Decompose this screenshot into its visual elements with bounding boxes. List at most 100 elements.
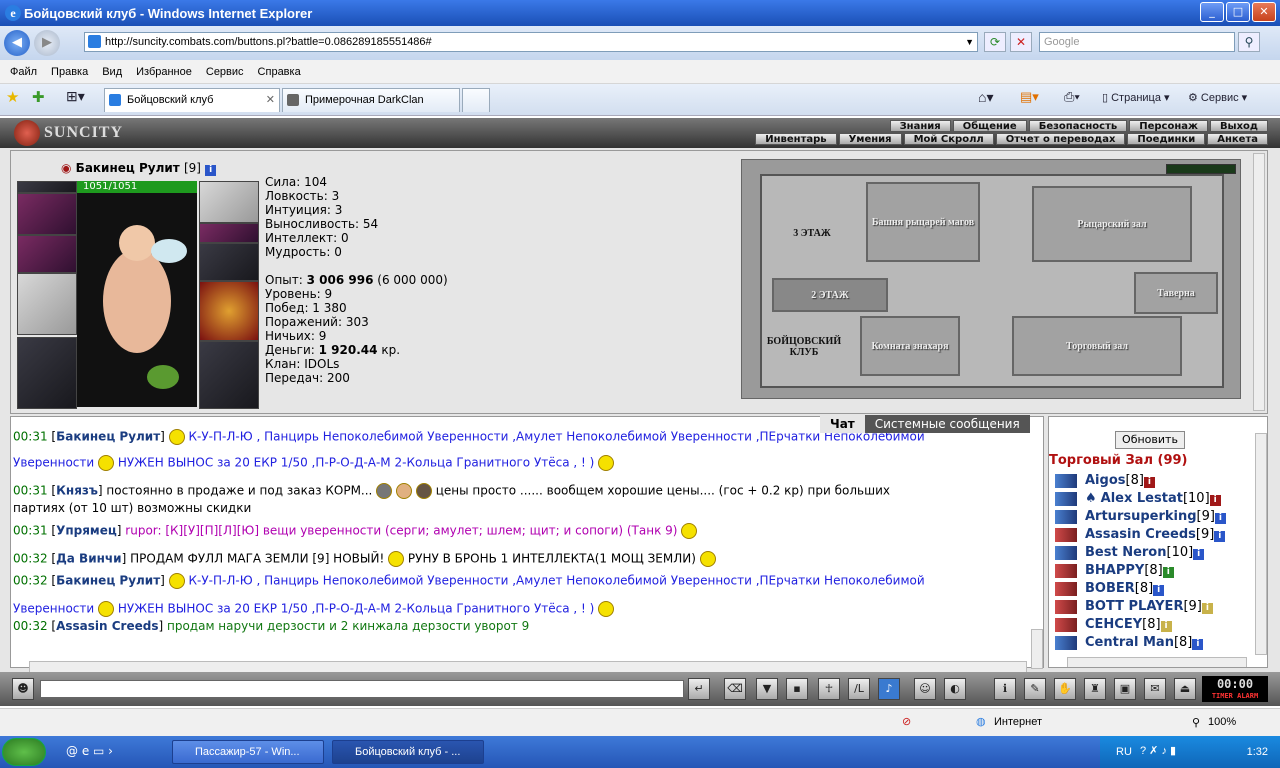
user-item[interactable]: Aigos[8] i [1055,473,1155,488]
zoom-level[interactable]: 100% [1208,716,1236,728]
floor2-button[interactable]: 2 ЭТАЖ [772,278,888,312]
user-item[interactable]: ♠ Alex Lestat[10] i [1055,491,1221,506]
add-favorite-icon[interactable]: ✚ [32,88,45,106]
nav-character[interactable]: Персонаж [1129,120,1208,132]
start-button[interactable] [2,738,46,766]
users-vscrollbar[interactable] [1255,433,1267,655]
nav-profile[interactable]: Анкета [1207,133,1268,145]
feeds-icon[interactable]: ▤▾ [1020,89,1039,105]
tray-icons[interactable]: ? ✗ ♪ ▮ [1140,744,1176,757]
nav-exit[interactable]: Выход [1209,120,1268,132]
figure-icon[interactable]: ☥ [818,678,840,700]
user-item[interactable]: Artursuperking[9] i [1055,509,1226,524]
weapon-slot[interactable] [17,273,77,335]
menu-help[interactable]: Справка [258,66,301,78]
user-item[interactable]: Best Neron[10] i [1055,545,1205,560]
menu-file[interactable]: Файл [10,66,37,78]
refresh-button[interactable]: ⟳ [984,32,1006,52]
filter-icon[interactable]: ▼ [756,678,778,700]
armor-icon[interactable]: ♜ [1084,678,1106,700]
taskbar-item-active[interactable]: Бойцовский клуб - ... [332,740,484,764]
shield-slot[interactable] [199,281,259,341]
back-button[interactable]: ◀ [4,30,30,56]
chat-vscrollbar[interactable] [1031,629,1043,669]
close-button[interactable]: ✕ [1252,2,1276,22]
forward-button[interactable]: ▶ [34,30,60,56]
clock[interactable]: 1:32 [1247,746,1268,758]
speaker-icon[interactable]: ◐ [944,678,966,700]
music-icon[interactable]: ♪ [878,678,900,700]
lock-icon[interactable]: ▣ [1114,678,1136,700]
user-item[interactable]: Central Man[8] i [1055,635,1204,650]
menu-edit[interactable]: Правка [51,66,88,78]
tavern-room[interactable]: Таверна [1134,272,1218,314]
nav-skills[interactable]: Умения [838,133,902,145]
user-item[interactable]: BOBER[8] i [1055,581,1165,596]
trade-hall-room[interactable]: Торговый зал [1012,316,1182,376]
save-icon[interactable]: ▪ [786,678,808,700]
tab-system-messages[interactable]: Системные сообщения [864,415,1030,433]
nav-security[interactable]: Безопасность [1028,120,1128,132]
menu-tools[interactable]: Сервис [206,66,244,78]
quicklaunch-icons[interactable]: @ e ▭ › [66,744,113,758]
nav-communication[interactable]: Общение [952,120,1027,132]
tab-fight-club[interactable]: Бойцовский клуб ✕ [104,88,280,112]
chat-message-input[interactable] [40,680,684,698]
send-icon[interactable]: ↵ [688,678,710,700]
boots-slot[interactable] [199,341,259,409]
bracers-slot[interactable] [17,235,77,273]
zoom-icon[interactable]: ⚲ [1192,716,1200,729]
address-bar[interactable]: http://suncity.combats.com/buttons.pl?ba… [84,32,978,52]
player-info-icon[interactable]: i [205,165,217,176]
new-tab-button[interactable] [462,88,490,112]
search-icon[interactable]: ⚲ [1238,32,1260,52]
language-indicator[interactable]: RU [1116,746,1132,758]
messages-icon[interactable]: ✉ [1144,678,1166,700]
user-item[interactable]: BHAPPY[8] i [1055,563,1174,578]
maximize-button[interactable]: □ [1226,2,1250,22]
menu-favorites[interactable]: Избранное [136,66,192,78]
chat-nick[interactable]: Князъ [56,484,98,498]
gloves-slot[interactable] [199,243,259,281]
chat-nick[interactable]: Бакинец Рулит [56,574,160,588]
user-item[interactable]: BOTT PLAYER[9] i [1055,599,1213,614]
nav-knowledge[interactable]: Знания [889,120,951,132]
scroll-icon[interactable]: ✎ [1024,678,1046,700]
nav-fights[interactable]: Поединки [1127,133,1206,145]
chat-nick[interactable]: Да Винчи [56,552,121,566]
user-item[interactable]: Assasin Creeds[9] i [1055,527,1226,542]
chat-nick[interactable]: Упрямец [56,524,117,538]
info-icon[interactable]: ℹ [994,678,1016,700]
smileys-icon[interactable]: ☺ [914,678,936,700]
panel-scrollbar[interactable] [1253,153,1265,411]
earrings-slot[interactable] [199,181,259,223]
print-icon[interactable]: ⎙▾ [1064,89,1080,105]
translit-icon[interactable]: /L [848,678,870,700]
nav-inventory[interactable]: Инвентарь [755,133,837,145]
chat-mode-icon[interactable]: ☻ [12,678,34,700]
knight-hall-room[interactable]: Рыцарский зал [1032,186,1192,262]
address-dropdown-icon[interactable]: ▼ [965,33,974,51]
eraser-icon[interactable]: ⌫ [724,678,746,700]
taskbar-item[interactable]: Пассажир-57 - Win... [172,740,324,764]
tools-menu[interactable]: ⚙ Сервис ▾ [1188,91,1247,104]
helmet-slot[interactable] [17,193,77,235]
nav-transfer-report[interactable]: Отчет о переводах [995,133,1126,145]
tab-darkclan[interactable]: Примерочная DarkClan [282,88,460,112]
tab-close-icon[interactable]: ✕ [266,89,275,111]
favorites-star-icon[interactable]: ★ [6,88,19,106]
search-input[interactable]: Google [1039,32,1235,52]
exit-icon[interactable]: ⏏ [1174,678,1196,700]
character-figure[interactable] [77,181,197,407]
menu-view[interactable]: Вид [102,66,122,78]
hand-icon[interactable]: ✋ [1054,678,1076,700]
users-hscrollbar[interactable] [1067,657,1247,667]
user-item[interactable]: CEHCEY[8] i [1055,617,1172,632]
nav-my-scroll[interactable]: Мой Скролл [903,133,994,145]
minimize-button[interactable]: _ [1200,2,1224,22]
floor3-label[interactable]: 3 ЭТАЖ [782,228,842,239]
blocked-icon[interactable]: ⊘ [902,715,911,728]
chat-nick[interactable]: Assasin Creeds [56,619,158,633]
stop-button[interactable]: ✕ [1010,32,1032,52]
club-label[interactable]: БОЙЦОВСКИЙ КЛУБ [764,336,844,358]
